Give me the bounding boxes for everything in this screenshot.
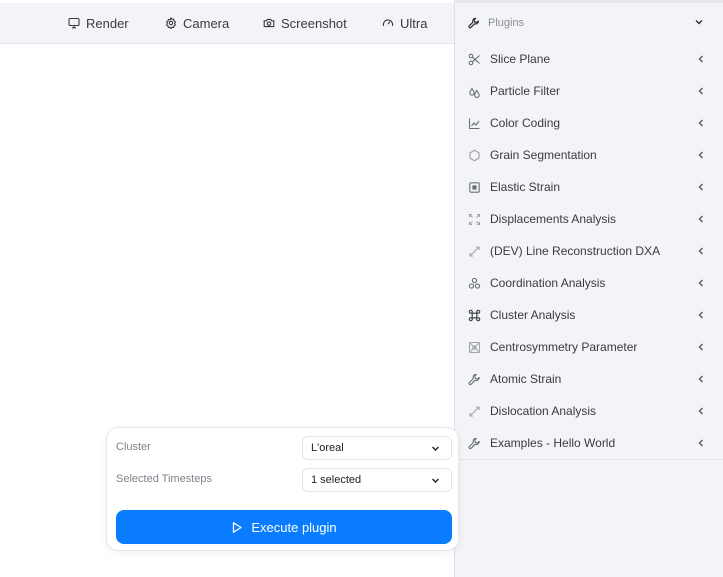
monitor-icon <box>68 17 80 29</box>
chevron-left-icon[interactable] <box>696 405 706 417</box>
camera-icon <box>263 17 275 29</box>
plugin-displacements-analysis[interactable]: Displacements Analysis <box>455 203 723 235</box>
chevron-left-icon[interactable] <box>696 373 706 385</box>
chevron-left-icon[interactable] <box>696 117 706 129</box>
cluster-value: L'oreal <box>311 442 344 454</box>
gauge-icon <box>382 17 394 29</box>
plugin-label: Elastic Strain <box>490 180 561 194</box>
ultra-label: Ultra <box>400 15 428 31</box>
plugin-centrosymmetry-parameter[interactable]: Centrosymmetry Parameter <box>455 331 723 363</box>
plugin-label: Displacements Analysis <box>490 212 617 226</box>
plugin-atomic-strain[interactable]: Atomic Strain <box>455 363 723 395</box>
wrench-icon <box>468 437 481 450</box>
plugin-line-reconstruction-dxa[interactable]: (DEV) Line Reconstruction DXA <box>455 235 723 267</box>
plugin-examples-hello-world[interactable]: Examples - Hello World <box>455 427 723 459</box>
cluster-label: Cluster <box>116 441 151 453</box>
plugin-execute-card: Cluster L'oreal Selected Timesteps 1 sel… <box>106 427 459 551</box>
chevron-down-icon <box>430 475 441 486</box>
camera-label: Camera <box>183 15 230 31</box>
plugin-color-coding[interactable]: Color Coding <box>455 107 723 139</box>
timesteps-label: Selected Timesteps <box>116 473 212 485</box>
plugin-label: Coordination Analysis <box>490 276 606 290</box>
camera-button[interactable]: Camera <box>165 3 229 43</box>
plugin-label: Slice Plane <box>490 52 551 66</box>
plugin-list: Slice Plane Particle Filter Color Coding… <box>455 43 723 460</box>
screenshot-label: Screenshot <box>281 15 347 31</box>
line-chart-icon <box>468 117 481 130</box>
chevron-left-icon[interactable] <box>696 181 706 193</box>
timesteps-select[interactable]: 1 selected <box>302 468 452 492</box>
plugin-label: Centrosymmetry Parameter <box>490 340 638 354</box>
plugin-dislocation-analysis[interactable]: Dislocation Analysis <box>455 395 723 427</box>
viewport-toolbar: Render Camera Screenshot Ultra <box>0 3 455 44</box>
render-label: Render <box>86 15 129 31</box>
timesteps-value: 1 selected <box>311 474 362 486</box>
plugin-label: Grain Segmentation <box>490 148 597 162</box>
plugin-label: Cluster Analysis <box>490 308 576 322</box>
diagonal-arrows-icon <box>468 405 481 418</box>
execute-plugin-button[interactable]: Execute plugin <box>116 510 452 544</box>
chevron-left-icon[interactable] <box>696 437 706 449</box>
square-dot-icon <box>468 181 481 194</box>
cross-pattern-icon <box>468 341 481 354</box>
plugin-label: (DEV) Line Reconstruction DXA <box>490 244 661 258</box>
chevron-left-icon[interactable] <box>696 341 706 353</box>
droplets-icon <box>468 85 481 98</box>
chevron-left-icon[interactable] <box>696 149 706 161</box>
scissors-icon <box>468 53 481 66</box>
chevron-left-icon[interactable] <box>696 245 706 257</box>
screenshot-button[interactable]: Screenshot <box>263 3 347 43</box>
chevron-left-icon[interactable] <box>696 213 706 225</box>
plugin-label: Color Coding <box>490 116 561 130</box>
chevron-left-icon[interactable] <box>696 277 706 289</box>
plugins-header[interactable]: Plugins <box>455 3 723 43</box>
atom-cluster-icon <box>468 277 481 290</box>
plugins-title: Plugins <box>488 17 525 29</box>
hexagon-icon <box>468 149 481 162</box>
wrench-icon <box>468 373 481 386</box>
chevron-down-icon[interactable] <box>693 16 705 28</box>
plugins-panel: Plugins Slice Plane Particle Filter Colo… <box>455 0 723 577</box>
render-button[interactable]: Render <box>68 3 129 43</box>
diagonal-arrows-icon <box>468 245 481 258</box>
plugin-cluster-analysis[interactable]: Cluster Analysis <box>455 299 723 331</box>
chevron-left-icon[interactable] <box>696 85 706 97</box>
plugin-coordination-analysis[interactable]: Coordination Analysis <box>455 267 723 299</box>
expand-icon <box>468 213 481 226</box>
bone-cluster-icon <box>468 309 481 322</box>
plugin-particle-filter[interactable]: Particle Filter <box>455 75 723 107</box>
plugin-label: Examples - Hello World <box>490 436 616 450</box>
wrench-icon <box>468 17 480 29</box>
plugin-slice-plane[interactable]: Slice Plane <box>455 43 723 75</box>
plugin-label: Atomic Strain <box>490 372 562 386</box>
execute-label: Execute plugin <box>251 519 337 535</box>
plugin-elastic-strain[interactable]: Elastic Strain <box>455 171 723 203</box>
play-icon <box>231 521 243 534</box>
plugin-grain-segmentation[interactable]: Grain Segmentation <box>455 139 723 171</box>
gear-icon <box>165 17 177 29</box>
cluster-select[interactable]: L'oreal <box>302 436 452 460</box>
ultra-button[interactable]: Ultra <box>382 3 427 43</box>
chevron-down-icon <box>430 443 441 454</box>
plugin-label: Particle Filter <box>490 84 561 98</box>
chevron-left-icon[interactable] <box>696 309 706 321</box>
plugin-label: Dislocation Analysis <box>490 404 597 418</box>
chevron-left-icon[interactable] <box>696 53 706 65</box>
